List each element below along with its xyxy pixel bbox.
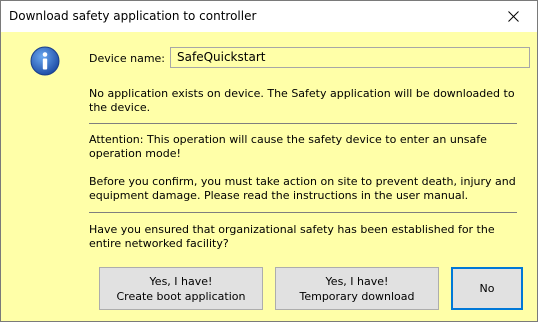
safety-question: Have you ensured that organizational saf… xyxy=(89,223,495,250)
button-line-1: Yes, I have! xyxy=(149,274,213,288)
info-icon xyxy=(30,46,60,76)
close-icon xyxy=(508,11,519,22)
device-name-field[interactable] xyxy=(170,47,530,68)
no-button-label: No xyxy=(479,282,495,295)
no-button[interactable]: No xyxy=(451,267,523,310)
no-application-message: No application exists on device. The Saf… xyxy=(89,87,515,114)
device-name-label: Device name: xyxy=(89,52,166,65)
button-line-2: Create boot application xyxy=(116,289,246,303)
button-line-2: Temporary download xyxy=(299,289,415,303)
window-title: Download safety application to controlle… xyxy=(9,9,257,23)
separator xyxy=(89,212,517,213)
create-boot-application-button[interactable]: Yes, I have! Create boot application xyxy=(99,267,263,310)
attention-message: Attention: This operation will cause the… xyxy=(89,133,487,160)
safety-download-dialog: Download safety application to controlle… xyxy=(0,0,538,322)
confirm-instructions-message: Before you confirm, you must take action… xyxy=(89,175,516,202)
separator xyxy=(89,123,517,124)
button-line-1: Yes, I have! xyxy=(325,274,389,288)
close-button[interactable] xyxy=(491,1,537,32)
temporary-download-button[interactable]: Yes, I have! Temporary download xyxy=(275,267,439,310)
title-bar[interactable]: Download safety application to controlle… xyxy=(1,1,537,32)
